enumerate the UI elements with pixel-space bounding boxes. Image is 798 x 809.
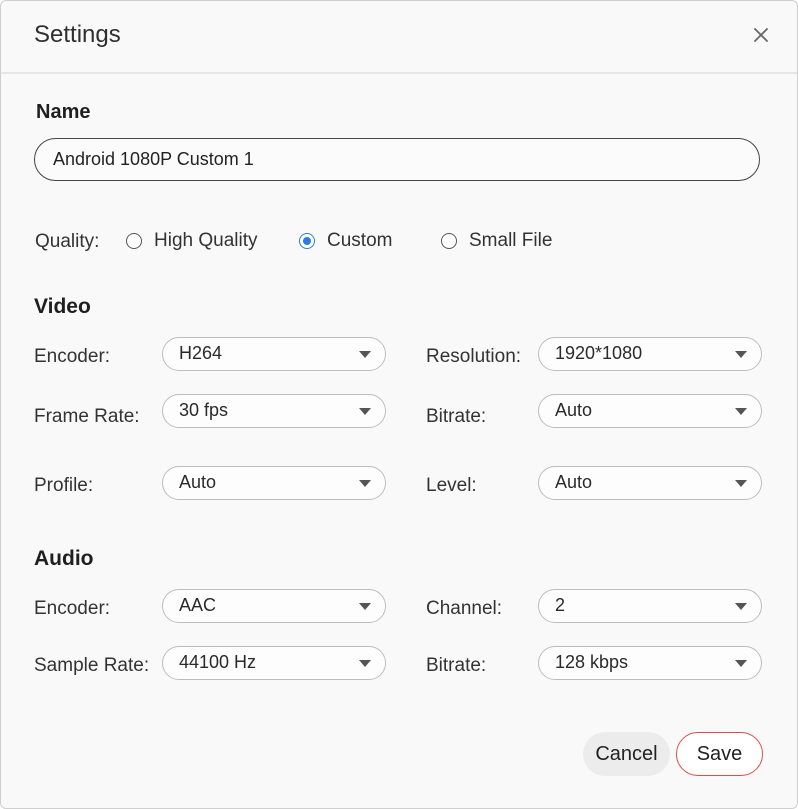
audio-encoder-label: Encoder: (34, 598, 111, 619)
chevron-down-icon (735, 408, 747, 415)
audio-section-title: Audio (34, 547, 94, 570)
video-encoder-select[interactable]: H264 (162, 337, 386, 371)
select-value: 30 fps (179, 400, 229, 420)
select-value: 44100 Hz (179, 652, 257, 672)
radio-label: Small File (469, 230, 553, 251)
quality-label: Quality: (35, 231, 100, 252)
video-bitrate-select[interactable]: Auto (538, 394, 762, 428)
video-bitrate-label: Bitrate: (426, 406, 487, 427)
radio-checked-icon[interactable] (299, 233, 315, 249)
chevron-down-icon (735, 351, 747, 358)
frame-rate-label: Frame Rate: (34, 406, 140, 427)
close-icon[interactable] (749, 23, 773, 47)
chevron-down-icon (359, 660, 371, 667)
select-value: 2 (555, 595, 566, 615)
chevron-down-icon (359, 351, 371, 358)
chevron-down-icon (359, 408, 371, 415)
chevron-down-icon (359, 480, 371, 487)
settings-dialog: Settings Name Quality: High Quality Cust… (0, 0, 798, 809)
quality-option-small-file[interactable]: Small File (441, 229, 552, 253)
chevron-down-icon (735, 480, 747, 487)
select-value: Auto (555, 400, 593, 420)
select-value: Auto (555, 472, 593, 492)
radio-label: Custom (327, 230, 393, 251)
dialog-title: Settings (34, 21, 121, 48)
frame-rate-select[interactable]: 30 fps (162, 394, 386, 428)
quality-option-custom[interactable]: Custom (299, 229, 392, 253)
audio-bitrate-label: Bitrate: (426, 655, 487, 676)
sample-rate-label: Sample Rate: (34, 655, 150, 676)
chevron-down-icon (735, 660, 747, 667)
resolution-label: Resolution: (426, 346, 522, 367)
chevron-down-icon (735, 603, 747, 610)
profile-select[interactable]: Auto (162, 466, 386, 500)
select-value: AAC (179, 595, 217, 615)
level-select[interactable]: Auto (538, 466, 762, 500)
video-encoder-label: Encoder: (34, 346, 111, 367)
save-button[interactable]: Save (676, 732, 763, 776)
select-value: Auto (179, 472, 217, 492)
channel-select[interactable]: 2 (538, 589, 762, 623)
radio-unchecked-icon[interactable] (441, 233, 457, 249)
quality-option-high-quality[interactable]: High Quality (126, 229, 258, 253)
radio-label: High Quality (154, 230, 258, 251)
name-input[interactable] (34, 138, 760, 181)
select-value: 128 kbps (555, 652, 629, 672)
sample-rate-select[interactable]: 44100 Hz (162, 646, 386, 680)
audio-bitrate-select[interactable]: 128 kbps (538, 646, 762, 680)
radio-unchecked-icon[interactable] (126, 233, 142, 249)
level-label: Level: (426, 475, 477, 496)
chevron-down-icon (359, 603, 371, 610)
audio-encoder-select[interactable]: AAC (162, 589, 386, 623)
select-value: H264 (179, 343, 223, 363)
channel-label: Channel: (426, 598, 503, 619)
video-section-title: Video (34, 295, 91, 318)
cancel-button[interactable]: Cancel (583, 732, 670, 776)
profile-label: Profile: (34, 475, 94, 496)
resolution-select[interactable]: 1920*1080 (538, 337, 762, 371)
select-value: 1920*1080 (555, 343, 643, 363)
dialog-header: Settings (1, 1, 797, 74)
name-label: Name (36, 101, 91, 123)
